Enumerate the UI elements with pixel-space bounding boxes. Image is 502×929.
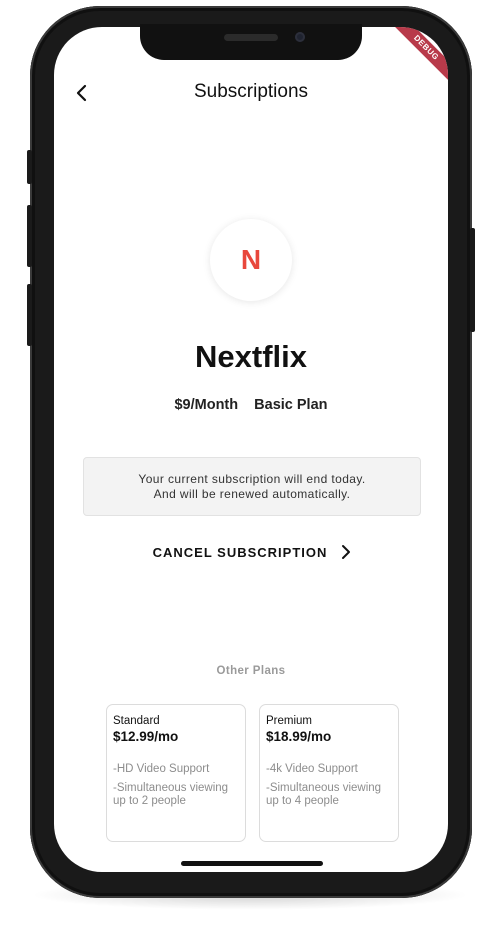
renewal-notice: Your current subscription will end today… xyxy=(83,457,421,516)
service-logo: N xyxy=(210,219,292,301)
phone-screen: DEBUG Subscriptions N Nextflix $9/Month … xyxy=(54,27,448,872)
cancel-subscription-label: CANCEL SUBSCRIPTION xyxy=(152,544,328,560)
service-name: Nextflix xyxy=(195,339,307,374)
current-plan-line: $9/Month Basic Plan xyxy=(54,397,448,413)
renewal-notice-line-1: Your current subscription will end today… xyxy=(138,471,366,486)
plan-name: Premium xyxy=(266,715,313,727)
plan-card-premium[interactable]: Premium $18.99/mo -4k Video Support -Sim… xyxy=(259,704,399,842)
plan-feature: -HD Video Support xyxy=(113,763,210,775)
plan-feature: -4k Video Support xyxy=(266,763,358,775)
device-stage: DEBUG Subscriptions N Nextflix $9/Month … xyxy=(0,0,502,929)
current-plan-price: $9/Month xyxy=(174,397,239,413)
speaker-grille xyxy=(224,34,278,41)
service-logo-letter: N xyxy=(240,244,262,275)
phone-notch xyxy=(140,24,362,60)
mute-switch xyxy=(27,150,32,184)
plan-feature: -Simultaneous viewing up to 2 people xyxy=(113,782,229,807)
renewal-notice-line-2: And will be renewed automatically. xyxy=(153,486,351,501)
plan-feature: -Simultaneous viewing up to 4 people xyxy=(266,782,382,807)
app-bar: Subscriptions xyxy=(54,73,448,113)
cancel-subscription-button[interactable]: CANCEL SUBSCRIPTION xyxy=(134,540,370,564)
volume-down-button xyxy=(27,284,32,346)
home-indicator[interactable] xyxy=(181,861,323,866)
plan-price: $12.99/mo xyxy=(113,729,179,744)
plan-price: $18.99/mo xyxy=(266,729,332,744)
current-plan-name: Basic Plan xyxy=(254,397,328,413)
plan-card-standard[interactable]: Standard $12.99/mo -HD Video Support -Si… xyxy=(106,704,246,842)
plan-name: Standard xyxy=(113,715,160,727)
other-plans-heading: Other Plans xyxy=(216,665,286,677)
page-title: Subscriptions xyxy=(193,81,309,102)
power-button xyxy=(470,228,475,332)
front-camera xyxy=(295,32,305,42)
volume-up-button xyxy=(27,205,32,267)
chevron-right-icon xyxy=(342,545,351,559)
